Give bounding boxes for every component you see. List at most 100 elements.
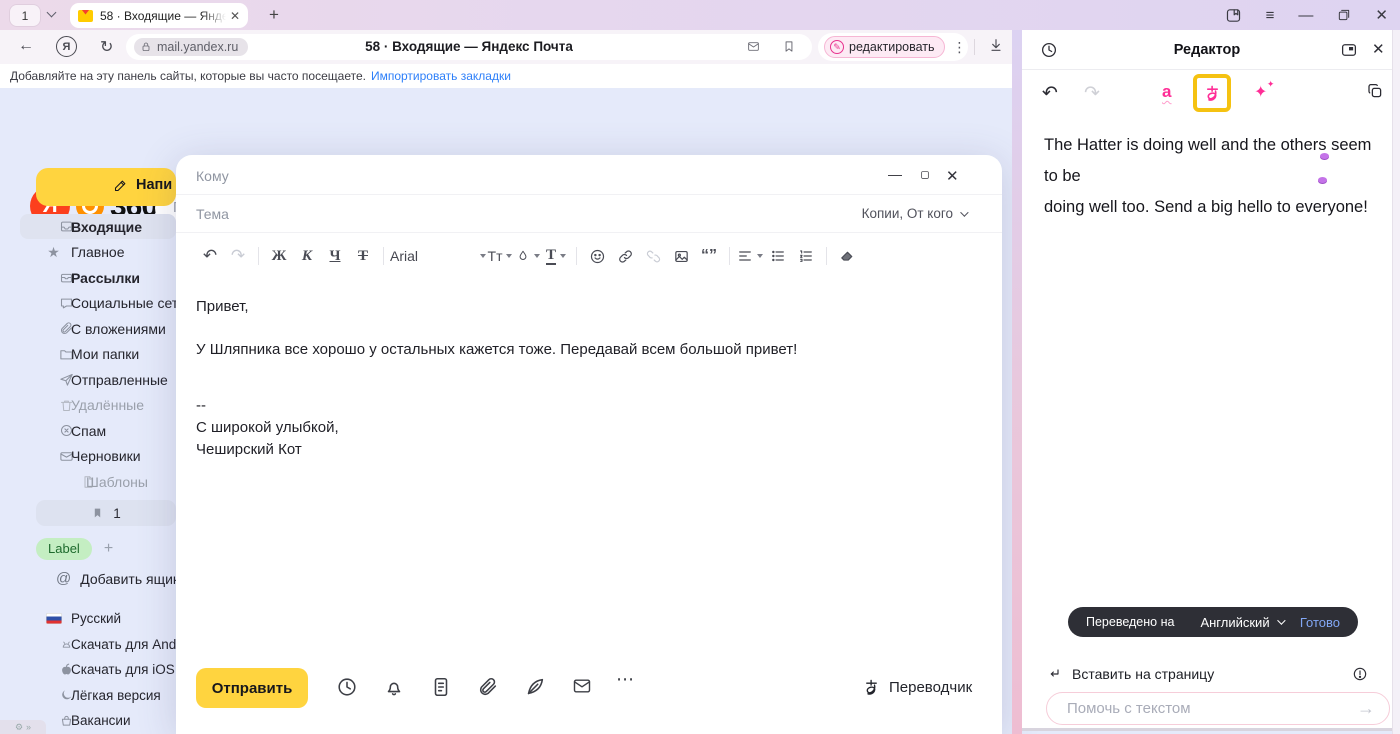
panel-gradient-divider[interactable] bbox=[1012, 30, 1022, 734]
add-label-icon[interactable]: + bbox=[104, 540, 113, 558]
sidebar-item-inbox[interactable]: Входящие bbox=[20, 214, 176, 239]
selection-handle[interactable] bbox=[1320, 153, 1329, 159]
light-version-link[interactable]: Лёгкая версия bbox=[20, 683, 176, 708]
browser-corner-widget[interactable]: ⚙» bbox=[0, 720, 46, 734]
translate-highlight-box[interactable] bbox=[1193, 74, 1231, 112]
text-color-button[interactable]: Т bbox=[542, 242, 570, 270]
window-close-button[interactable]: ✕ bbox=[1375, 8, 1388, 23]
body-line: У Шляпника все хорошо у остальных кажетс… bbox=[196, 341, 797, 358]
sidebar-item-spam[interactable]: Спам bbox=[20, 418, 176, 443]
remove-link-icon[interactable] bbox=[639, 242, 667, 270]
add-mailbox-button[interactable]: @ Добавить ящик bbox=[56, 570, 179, 587]
align-icon[interactable] bbox=[736, 242, 764, 270]
download-ios-link[interactable]: Скачать для iOS bbox=[20, 657, 176, 682]
spellcheck-icon[interactable]: a bbox=[1162, 82, 1171, 102]
selection-handle[interactable] bbox=[1318, 177, 1327, 183]
history-clock-icon[interactable] bbox=[1040, 41, 1058, 59]
new-tab-button[interactable]: + bbox=[262, 3, 286, 27]
reminder-bell-icon[interactable] bbox=[383, 676, 405, 698]
underline-button[interactable]: Ч bbox=[321, 242, 349, 270]
sidebar-item-attachments[interactable]: С вложениями bbox=[20, 316, 176, 341]
tab-counter[interactable]: 1 bbox=[10, 5, 40, 26]
info-warning-icon[interactable] bbox=[1352, 666, 1368, 682]
sidebar-item-my-folders[interactable]: Мои папки bbox=[20, 342, 176, 367]
subject-label: Тема bbox=[196, 206, 229, 222]
more-actions-icon[interactable]: ⋯ bbox=[616, 669, 634, 690]
checklist-icon[interactable] bbox=[430, 676, 452, 698]
schedule-send-icon[interactable] bbox=[336, 676, 358, 698]
panel-undo-icon[interactable]: ↶ bbox=[1042, 82, 1058, 105]
language-select[interactable]: Английский bbox=[1200, 615, 1282, 630]
extension-menu-icon[interactable]: ⋮ bbox=[953, 39, 967, 56]
ai-prompt-input[interactable]: Помочь с текстом → bbox=[1046, 692, 1390, 725]
compose-expand-icon[interactable] bbox=[920, 170, 930, 180]
label-pill[interactable]: Label bbox=[36, 538, 92, 560]
translator-button[interactable]: Переводчик bbox=[862, 678, 972, 697]
browser-menu-icon[interactable]: ≡ bbox=[1266, 8, 1275, 23]
quote-icon[interactable]: “” bbox=[695, 242, 723, 270]
back-icon[interactable]: ← bbox=[18, 37, 34, 55]
window-restore-button[interactable] bbox=[1337, 8, 1351, 22]
downloads-icon[interactable] bbox=[988, 36, 1004, 54]
done-button[interactable]: Готово bbox=[1300, 615, 1340, 630]
numbered-list-icon[interactable] bbox=[792, 242, 820, 270]
browser-tab[interactable]: 58 · Входящие — Яндек ✕ bbox=[70, 3, 248, 28]
tab-close-icon[interactable]: ✕ bbox=[230, 9, 240, 23]
saved-bookmarks-filter[interactable]: 1 bbox=[36, 500, 176, 526]
sidebar-item-deleted[interactable]: Удалённые bbox=[20, 393, 176, 418]
clear-formatting-icon[interactable] bbox=[833, 242, 861, 270]
insert-link-icon[interactable] bbox=[611, 242, 639, 270]
cc-from-toggle[interactable]: Копии, От кого bbox=[862, 206, 966, 221]
font-family-select[interactable]: Arial bbox=[390, 242, 486, 270]
edit-extension-button[interactable]: ✎ редактировать bbox=[824, 36, 945, 58]
compose-minimize-icon[interactable]: — bbox=[888, 167, 902, 181]
tab-title: 58 · Входящие — Яндек bbox=[100, 9, 226, 23]
download-android-link[interactable]: Скачать для Andro bbox=[20, 632, 176, 657]
send-button[interactable]: Отправить bbox=[196, 668, 308, 708]
emoji-icon[interactable] bbox=[583, 242, 611, 270]
to-field[interactable]: Кому — ✕ bbox=[176, 155, 1002, 195]
letter-template-icon[interactable] bbox=[571, 676, 593, 696]
bold-button[interactable]: Ж bbox=[265, 242, 293, 270]
yandex-browser-window: 1 58 · Входящие — Яндек ✕ + ≡ — ✕ ← Я ↻ … bbox=[0, 0, 1400, 734]
compose-button[interactable]: Напи bbox=[36, 168, 176, 206]
import-bookmarks-link[interactable]: Импортировать закладки bbox=[371, 69, 511, 83]
attach-file-icon[interactable] bbox=[477, 676, 499, 698]
undo-icon[interactable]: ↶ bbox=[196, 242, 224, 270]
signature-pen-icon[interactable] bbox=[524, 676, 546, 698]
open-in-window-icon[interactable] bbox=[1340, 41, 1358, 59]
ai-sparkles-icon[interactable]: ✦ bbox=[1254, 84, 1267, 101]
copy-icon[interactable] bbox=[1366, 82, 1384, 100]
sidebar-item-drafts[interactable]: Черновики bbox=[20, 444, 176, 469]
sidebar-item-newsletters[interactable]: Рассылки bbox=[20, 265, 176, 290]
sidebar-item-main[interactable]: ★ Главное bbox=[20, 240, 176, 265]
sidebar-item-sent[interactable]: Отправленные bbox=[20, 367, 176, 392]
font-size-select[interactable]: Tт bbox=[486, 242, 514, 270]
translated-text[interactable]: The Hatter is doing well and the others … bbox=[1044, 130, 1378, 223]
italic-button[interactable]: К bbox=[293, 242, 321, 270]
site-security-chip[interactable]: mail.yandex.ru bbox=[134, 38, 248, 56]
bookmark-icon[interactable] bbox=[782, 39, 796, 54]
insert-image-icon[interactable] bbox=[667, 242, 695, 270]
insert-to-page-row[interactable]: Вставить на страницу bbox=[1046, 663, 1368, 685]
sidebar-item-templates[interactable]: Шаблоны bbox=[20, 469, 176, 494]
reload-icon[interactable]: ↻ bbox=[100, 37, 113, 57]
url-text: mail.yandex.ru bbox=[157, 40, 238, 54]
window-minimize-button[interactable]: — bbox=[1298, 8, 1313, 23]
redo-icon[interactable]: ↷ bbox=[224, 242, 252, 270]
subject-field[interactable]: Тема Копии, От кого bbox=[176, 195, 1002, 233]
strikethrough-button[interactable]: Т bbox=[349, 242, 377, 270]
panel-redo-icon[interactable]: ↷ bbox=[1084, 82, 1100, 105]
yandex-button-icon[interactable]: Я bbox=[56, 36, 77, 57]
submit-arrow-icon[interactable]: → bbox=[1357, 698, 1375, 719]
mailto-icon[interactable] bbox=[746, 40, 761, 53]
bulleted-list-icon[interactable] bbox=[764, 242, 792, 270]
language-link[interactable]: Русский bbox=[20, 606, 176, 631]
sidebar-panel-icon[interactable] bbox=[1225, 7, 1242, 24]
sidebar-item-social[interactable]: Социальные сети bbox=[20, 291, 176, 316]
url-field[interactable]: 58 · Входящие — Яндекс Почта mail.yandex… bbox=[126, 34, 812, 60]
compose-close-icon[interactable]: ✕ bbox=[946, 167, 959, 185]
panel-close-icon[interactable]: ✕ bbox=[1372, 40, 1385, 58]
tabs-dropdown-icon[interactable] bbox=[47, 8, 57, 18]
highlight-color-button[interactable] bbox=[514, 242, 542, 270]
